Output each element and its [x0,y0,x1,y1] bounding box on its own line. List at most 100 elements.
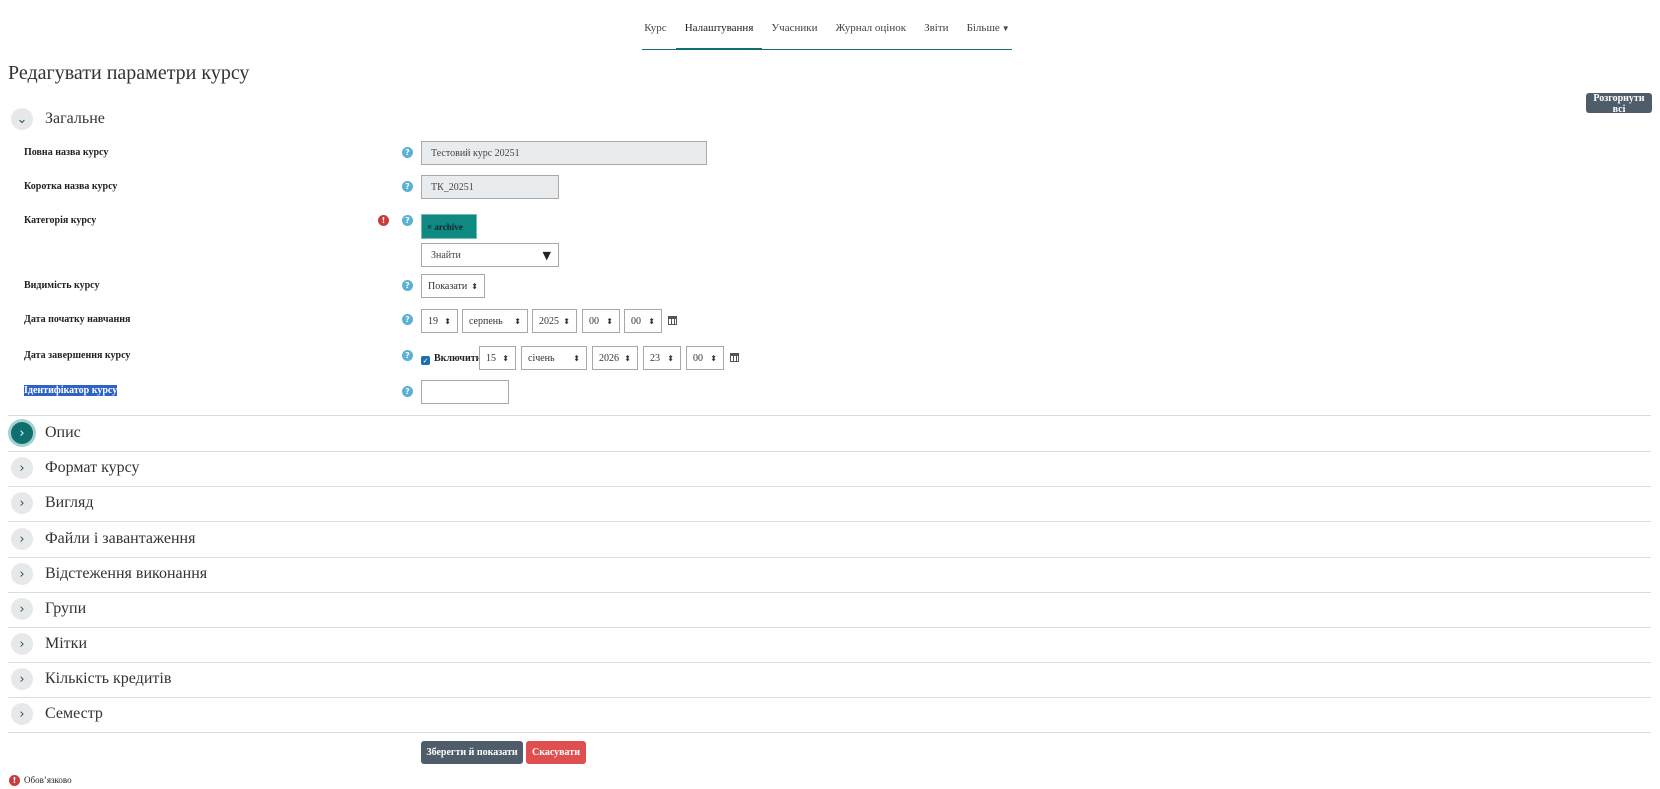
category-label: Категорія курсу [24,215,97,226]
chevron-right-icon: › [11,457,33,479]
end-year-select[interactable]: 2026 ⬍ [592,346,638,370]
section-title: Формат курсу [45,459,140,476]
end-month-value: січень [528,352,555,364]
help-icon[interactable]: ? [402,386,413,397]
save-and-display-button[interactable]: Зберегти й показати [421,741,523,764]
chevron-right-icon: › [11,528,33,550]
section-header-general[interactable]: ⌄ Загальне [8,108,105,130]
nav-participants[interactable]: Учасники [762,12,826,50]
section-title: Вигляд [45,494,94,511]
end-date-enable-label: Включити [434,353,482,364]
sort-icon: ⬍ [444,316,451,326]
help-icon[interactable]: ? [402,215,413,226]
sort-icon: ⬍ [710,353,717,363]
section-title: Кількість кредитів [45,670,172,687]
nav-settings[interactable]: Налаштування [675,12,763,50]
nav-gradebook[interactable]: Журнал оцінок [826,12,915,50]
nav-more[interactable]: Більше ▼ [958,12,1019,50]
section-header-tags[interactable]: › Мітки [8,633,87,655]
divider [8,662,1651,663]
end-minute-value: 00 [693,352,703,364]
category-tag-archive[interactable]: × archive [421,214,477,239]
help-icon[interactable]: ? [402,350,413,361]
required-note: Обов’язково [24,775,72,785]
cancel-button[interactable]: Скасувати [526,741,586,764]
sort-icon: ⬍ [624,353,631,363]
start-day-select[interactable]: 19 ⬍ [421,309,458,333]
calendar-icon[interactable] [668,316,677,325]
section-header-course-format[interactable]: › Формат курсу [8,457,140,479]
sort-icon: ⬍ [573,353,580,363]
nav-more-label: Більше [966,22,1000,34]
divider [8,592,1651,593]
chevron-right-icon: › [11,703,33,725]
divider [8,627,1651,628]
end-month-select[interactable]: січень ⬍ [521,346,587,370]
end-year-value: 2026 [599,352,619,364]
section-title: Мітки [45,635,87,652]
nav-reports[interactable]: Звіти [915,12,957,50]
id-number-label: Ідентифікатор курсу [24,385,118,396]
sort-icon: ⬍ [502,353,509,363]
end-minute-select[interactable]: 00 ⬍ [686,346,724,370]
section-header-files-uploads[interactable]: › Файли і завантаження [8,528,195,550]
start-day-value: 19 [428,315,438,327]
chevron-right-icon: › [11,598,33,620]
divider [8,697,1651,698]
section-header-description[interactable]: › Опис [8,422,81,444]
divider [8,486,1651,487]
divider [8,451,1651,452]
sort-icon: ⬍ [514,316,521,326]
end-hour-value: 23 [650,352,660,364]
section-header-appearance[interactable]: › Вигляд [8,492,93,514]
short-name-field[interactable]: ТК_20251 [421,175,559,199]
category-search-select[interactable]: Знайти ▼ [421,243,559,267]
required-icon: ! [378,215,389,226]
help-icon[interactable]: ? [402,314,413,325]
section-title: Групи [45,600,87,617]
section-title: Файли і завантаження [45,530,196,547]
visibility-value: Показати [428,280,468,292]
end-date-enable-checkbox[interactable]: ✓ [421,356,430,365]
start-minute-value: 00 [631,315,641,327]
calendar-icon[interactable] [730,353,739,362]
divider [8,732,1651,733]
end-day-select[interactable]: 15 ⬍ [479,346,516,370]
start-month-value: серпень [469,315,503,327]
sort-icon: ⬍ [606,316,613,326]
section-header-groups[interactable]: › Групи [8,598,86,620]
chevron-down-icon: ⌄ [11,108,33,130]
chevron-right-icon: › [11,668,33,690]
section-header-completion-tracking[interactable]: › Відстеження виконання [8,563,207,585]
secondary-navigation: Курс Налаштування Учасники Журнал оцінок… [642,12,1012,50]
section-header-semester[interactable]: › Семестр [8,703,103,725]
start-year-value: 2025 [539,315,559,327]
start-year-select[interactable]: 2025 ⬍ [532,309,577,333]
course-settings-page: Курс Налаштування Учасники Журнал оцінок… [0,0,1660,789]
start-month-select[interactable]: серпень ⬍ [462,309,528,333]
id-number-field[interactable] [421,380,509,404]
help-icon[interactable]: ? [402,280,413,291]
help-icon[interactable]: ? [402,181,413,192]
sort-icon: ⬍ [563,316,570,326]
visibility-label: Видимість курсу [24,280,100,291]
start-minute-select[interactable]: 00 ⬍ [624,309,662,333]
visibility-select[interactable]: Показати ⬍ [421,274,485,298]
nav-course[interactable]: Курс [635,12,675,50]
start-hour-value: 00 [589,315,599,327]
expand-all-button[interactable]: Розгорнути всі [1586,93,1652,115]
section-header-credits[interactable]: › Кількість кредитів [8,668,171,690]
full-name-field[interactable]: Тестовий курс 20251 [421,141,707,165]
chevron-right-icon: › [11,563,33,585]
help-icon[interactable]: ? [402,147,413,158]
full-name-label: Повна назва курсу [24,147,109,158]
required-icon: ! [9,775,20,786]
end-hour-select[interactable]: 23 ⬍ [643,346,681,370]
sort-icon: ⬍ [648,316,655,326]
end-date-label: Дата завершення курсу [24,350,131,361]
divider [8,557,1651,558]
chevron-right-icon: › [11,492,33,514]
section-title: Відстеження виконання [45,565,208,582]
category-search-placeholder: Знайти [431,249,461,261]
start-hour-select[interactable]: 00 ⬍ [582,309,620,333]
